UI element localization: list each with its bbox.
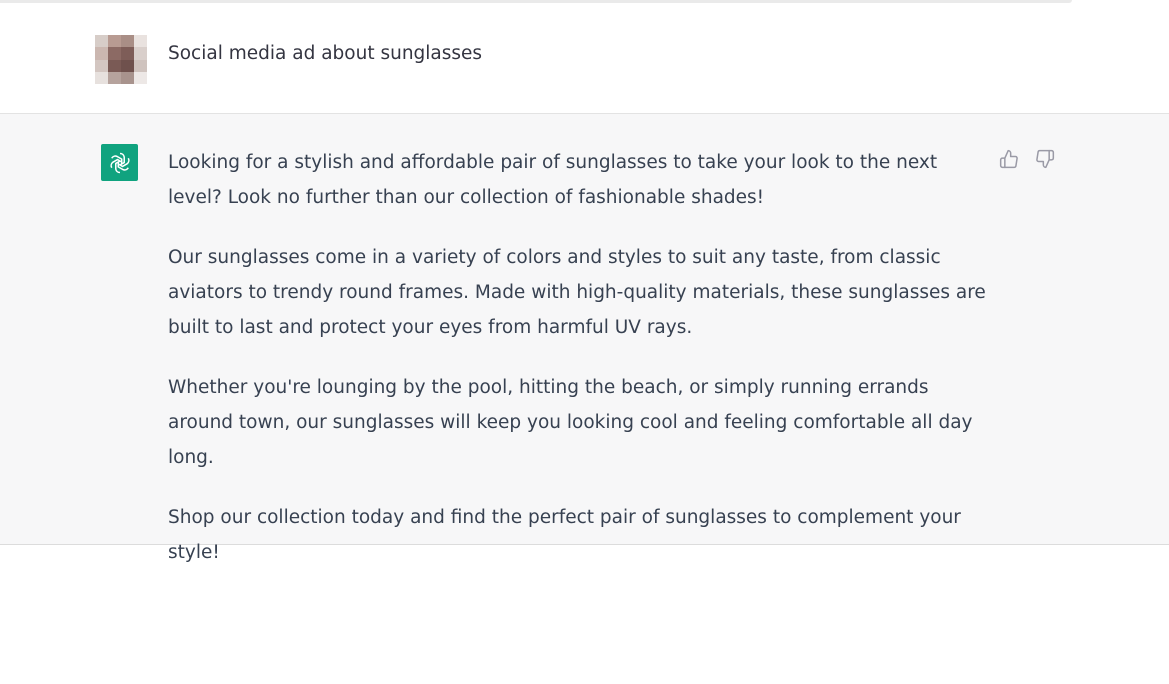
user-message-text: Social media ad about sunglasses <box>168 43 483 64</box>
user-message-row: Social media ad about sunglasses <box>0 8 1169 114</box>
assistant-message-row: Looking for a stylish and affordable pai… <box>0 114 1169 563</box>
assistant-message-text: Looking for a stylish and affordable pai… <box>168 145 988 595</box>
message-paragraph: Our sunglasses come in a variety of colo… <box>168 247 986 338</box>
user-avatar <box>95 35 147 84</box>
message-paragraph: Shop our collection today and find the p… <box>168 507 961 563</box>
feedback-buttons <box>998 148 1056 170</box>
thumbs-down-button[interactable] <box>1034 148 1056 170</box>
thumbs-up-button[interactable] <box>998 148 1020 170</box>
horizontal-scrollbar[interactable] <box>0 0 1072 3</box>
openai-logo-icon <box>101 144 138 181</box>
message-paragraph: Looking for a stylish and affordable pai… <box>168 152 938 208</box>
thumbs-down-icon <box>1036 149 1055 169</box>
message-paragraph: Whether you're lounging by the pool, hit… <box>168 377 973 468</box>
thumbs-up-icon <box>999 149 1018 169</box>
